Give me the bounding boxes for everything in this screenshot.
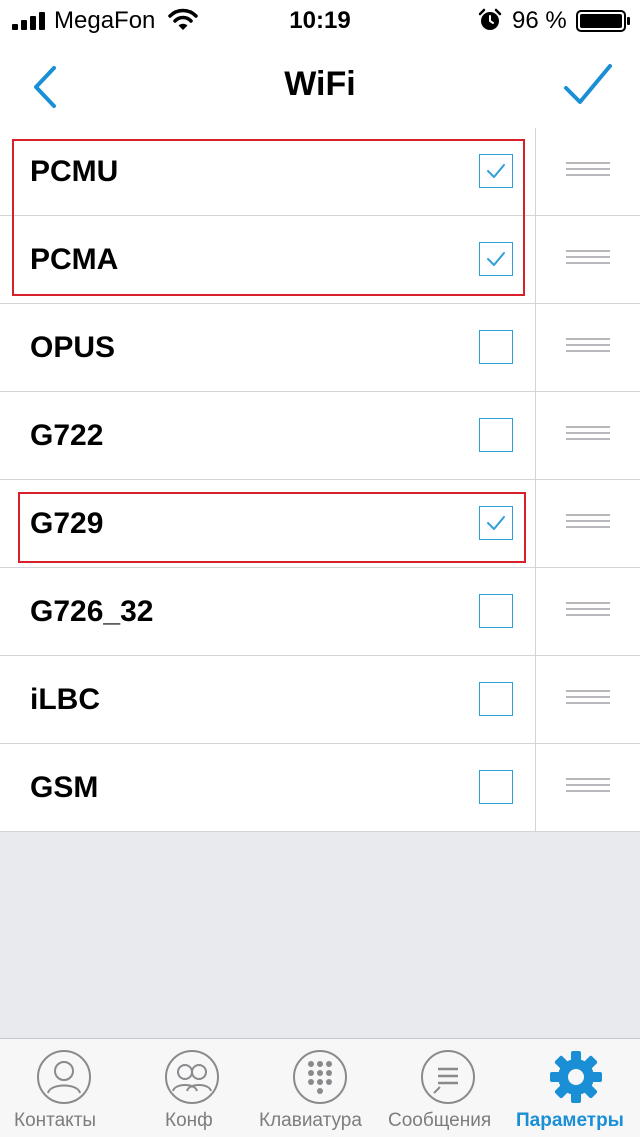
- codec-checkbox-gsm[interactable]: [479, 770, 513, 804]
- page-title: WiFi: [284, 65, 356, 103]
- settings-gear-icon: [550, 1051, 602, 1103]
- codec-checkbox-pcma[interactable]: [479, 242, 513, 276]
- drag-handle-icon[interactable]: [566, 250, 610, 270]
- checkmark-icon: [487, 164, 505, 178]
- column-divider: [535, 480, 536, 568]
- drag-handle-icon[interactable]: [566, 514, 610, 534]
- codec-name: iLBC: [30, 683, 100, 716]
- tab-conference[interactable]: Конф: [128, 1039, 256, 1137]
- codec-name: OPUS: [30, 331, 116, 364]
- messages-icon: [421, 1050, 475, 1104]
- codec-name: PCMA: [30, 243, 119, 276]
- codec-checkbox-ilbc[interactable]: [479, 682, 513, 716]
- checkmark-icon: [564, 64, 612, 104]
- keypad-icon: [293, 1050, 347, 1104]
- codec-checkbox-opus[interactable]: [479, 330, 513, 364]
- drag-handle-icon[interactable]: [566, 338, 610, 358]
- codec-checkbox-g729[interactable]: [479, 506, 513, 540]
- column-divider: [535, 656, 536, 744]
- codec-row-pcma[interactable]: PCMA: [0, 216, 640, 304]
- tab-bar: Контакты Конф Клавиатура Сообщения Параметры: [0, 1038, 640, 1137]
- checkmark-icon: [487, 516, 505, 530]
- tab-label: Параметры: [516, 1110, 624, 1131]
- status-bar: MegaFon 10:19 96 %: [0, 0, 640, 42]
- column-divider: [535, 392, 536, 480]
- codec-name: G722: [30, 419, 104, 452]
- codec-checkbox-g722[interactable]: [479, 418, 513, 452]
- drag-handle-icon[interactable]: [566, 602, 610, 622]
- drag-handle-icon[interactable]: [566, 778, 610, 798]
- drag-handle-icon[interactable]: [566, 426, 610, 446]
- codec-list: PCMU PCMA OPUS G722 G729 G726_32 iLBC GSM: [0, 128, 640, 832]
- drag-handle-icon[interactable]: [566, 690, 610, 710]
- codec-name: GSM: [30, 771, 99, 804]
- codec-row-pcmu[interactable]: PCMU: [0, 128, 640, 216]
- codec-row-g722[interactable]: G722: [0, 392, 640, 480]
- column-divider: [535, 304, 536, 392]
- done-button[interactable]: [560, 60, 616, 112]
- battery-icon: [576, 10, 630, 32]
- codec-name: G729: [30, 507, 104, 540]
- contacts-icon: [37, 1050, 91, 1104]
- codec-row-g729[interactable]: G729: [0, 480, 640, 568]
- codec-row-g726_32[interactable]: G726_32: [0, 568, 640, 656]
- column-divider: [535, 568, 536, 656]
- tab-label: Сообщения: [388, 1110, 492, 1131]
- tab-settings-gear[interactable]: Параметры: [512, 1039, 640, 1137]
- column-divider: [535, 216, 536, 304]
- tab-contacts[interactable]: Контакты: [0, 1039, 128, 1137]
- column-divider: [535, 744, 536, 832]
- checkmark-icon: [487, 252, 505, 266]
- tab-keypad[interactable]: Клавиатура: [256, 1039, 384, 1137]
- battery-percentage: 96 %: [512, 7, 567, 34]
- codec-row-gsm[interactable]: GSM: [0, 744, 640, 832]
- codec-checkbox-g726_32[interactable]: [479, 594, 513, 628]
- codec-row-ilbc[interactable]: iLBC: [0, 656, 640, 744]
- tab-label: Конф: [165, 1110, 213, 1131]
- tab-label: Клавиатура: [259, 1110, 362, 1131]
- alarm-icon: [478, 8, 502, 30]
- conference-icon: [165, 1050, 219, 1104]
- tab-label: Контакты: [14, 1110, 97, 1131]
- codec-row-opus[interactable]: OPUS: [0, 304, 640, 392]
- drag-handle-icon[interactable]: [566, 162, 610, 182]
- codec-name: G726_32: [30, 595, 154, 628]
- navigation-bar: WiFi: [0, 42, 640, 129]
- codec-checkbox-pcmu[interactable]: [479, 154, 513, 188]
- column-divider: [535, 128, 536, 216]
- codec-name: PCMU: [30, 155, 119, 188]
- tab-messages[interactable]: Сообщения: [384, 1039, 512, 1137]
